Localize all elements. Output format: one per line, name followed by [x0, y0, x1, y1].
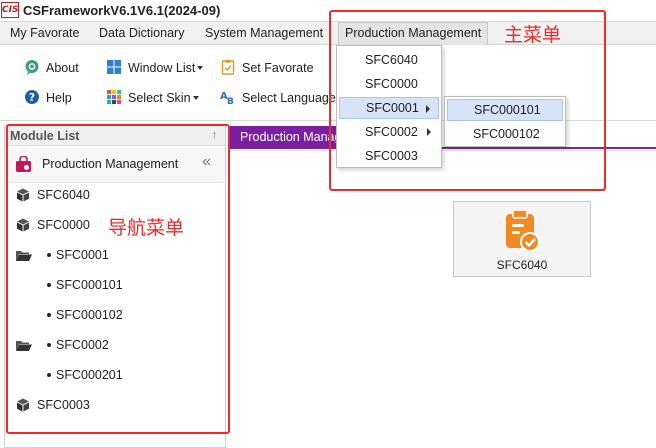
module-tile-label: SFC6040	[496, 258, 548, 272]
help-label: Help	[46, 91, 72, 105]
main-menu-annotation-box	[329, 10, 606, 191]
menu-system-management[interactable]: System Management	[199, 22, 329, 45]
select-language-button[interactable]: A B Select Language	[220, 87, 336, 109]
tab-production-management[interactable]: Production Management	[230, 126, 338, 148]
select-language-label: Select Language	[242, 91, 336, 105]
help-icon: ?	[25, 90, 39, 104]
about-label: About	[46, 61, 79, 75]
menu-data-dictionary[interactable]: Data Dictionary	[93, 22, 190, 45]
select-skin-button[interactable]: Select Skin	[106, 87, 199, 109]
set-favorate-button[interactable]: Set Favorate	[220, 57, 314, 79]
about-icon	[25, 60, 39, 75]
nav-menu-annotation-label: 导航菜单	[108, 217, 185, 239]
language-icon: A B	[220, 91, 234, 105]
chevron-down-icon	[197, 66, 204, 70]
help-button[interactable]: ? Help	[24, 87, 72, 109]
clipboard-check-icon	[506, 209, 540, 252]
about-button[interactable]: About	[24, 57, 79, 79]
svg-text:B: B	[227, 97, 234, 105]
menu-my-favorate[interactable]: My Favorate	[4, 22, 85, 45]
nav-menu-annotation-box	[6, 124, 230, 434]
window-title: CSFrameworkV6.1V6.1(2024-09)	[23, 3, 221, 18]
palette-icon	[107, 90, 121, 104]
clipboard-check-icon	[221, 59, 235, 75]
app-logo: CIS	[1, 2, 19, 18]
set-favorate-label: Set Favorate	[242, 61, 314, 75]
windows-icon	[107, 60, 121, 74]
chevron-down-icon	[192, 96, 199, 100]
window-list-label: Window List	[128, 61, 196, 75]
module-tile-sfc6040[interactable]: SFC6040	[453, 201, 591, 277]
svg-text:?: ?	[29, 91, 35, 104]
window-list-button[interactable]: Window List	[106, 57, 204, 79]
select-skin-label: Select Skin	[128, 91, 191, 105]
main-menu-annotation-label: 主菜单	[504, 24, 562, 46]
